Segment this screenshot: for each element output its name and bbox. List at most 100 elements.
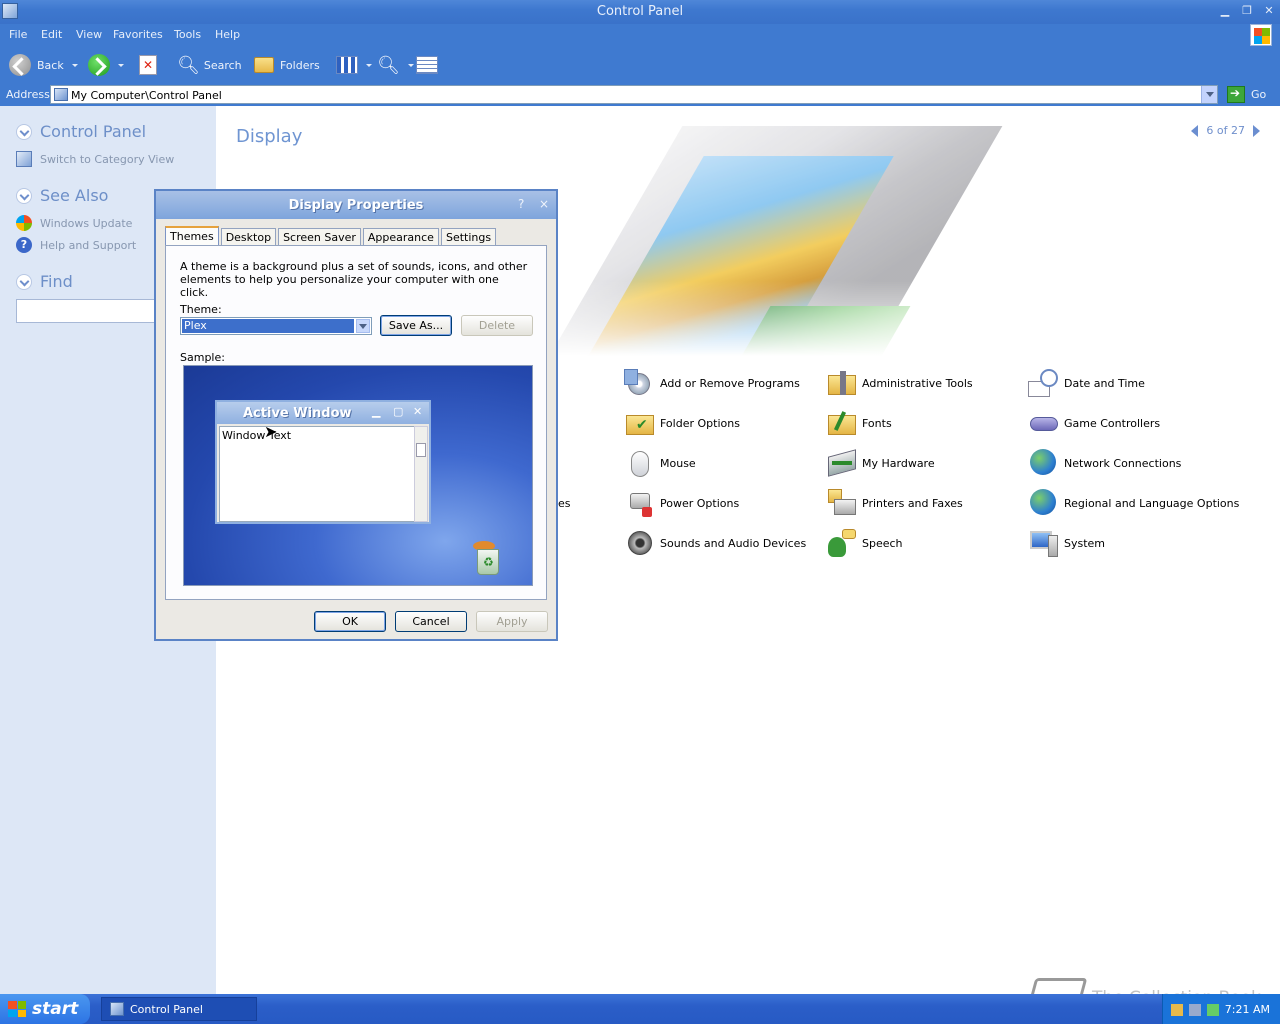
globe-icon xyxy=(1028,487,1060,519)
sample-active-window: Active Window ▁ ▢ ✕ Window Text xyxy=(215,400,431,524)
menu-bar: File Edit View Favorites Tools Help xyxy=(0,24,1280,46)
chevron-down-icon[interactable] xyxy=(356,319,370,333)
folder-options-item[interactable]: ✔ Folder Options xyxy=(624,407,740,439)
system-item[interactable]: System xyxy=(1028,527,1105,559)
theme-select[interactable]: Plex xyxy=(180,317,372,335)
forward-button[interactable] xyxy=(88,54,124,76)
add-remove-programs-item[interactable]: Add or Remove Programs xyxy=(624,367,800,399)
dialog-tabs: Themes Desktop Screen Saver Appearance S… xyxy=(165,226,498,246)
details-button[interactable] xyxy=(416,54,438,76)
switch-category-view-link[interactable]: Switch to Category View xyxy=(16,151,174,167)
pager-text: 6 of 27 xyxy=(1206,124,1245,137)
taskbar: start Control Panel 7:21 AM xyxy=(0,994,1280,1024)
taskbar-control-panel-button[interactable]: Control Panel xyxy=(101,997,257,1021)
my-hardware-item[interactable]: My Hardware xyxy=(826,447,935,479)
power-plug-icon xyxy=(624,487,656,519)
windows-logo-icon xyxy=(1250,24,1272,46)
control-panel-section-header[interactable]: Control Panel xyxy=(16,122,146,141)
tab-desktop[interactable]: Desktop xyxy=(220,228,277,246)
back-label: Back xyxy=(37,58,64,72)
windows-update-link[interactable]: Windows Update xyxy=(16,215,132,231)
address-input[interactable]: My Computer\Control Panel xyxy=(50,85,1218,104)
previous-arrow-icon[interactable] xyxy=(1191,124,1199,137)
address-dropdown-button[interactable] xyxy=(1201,86,1217,103)
printers-faxes-label: Printers and Faxes xyxy=(862,496,963,510)
views-icon xyxy=(336,56,358,74)
zoom-button[interactable]: 🔍︎ xyxy=(377,54,414,76)
administrative-tools-label: Administrative Tools xyxy=(862,376,973,390)
tab-appearance[interactable]: Appearance xyxy=(362,228,439,246)
minimize-button[interactable]: ▁ xyxy=(1216,3,1234,19)
pager: 6 of 27 xyxy=(1191,124,1260,137)
apply-button[interactable]: Apply xyxy=(476,611,548,632)
stop-icon: ✕ xyxy=(139,55,157,75)
stop-button[interactable]: ✕ xyxy=(139,54,157,76)
printers-faxes-item[interactable]: Printers and Faxes xyxy=(826,487,963,519)
menu-favorites[interactable]: Favorites xyxy=(113,28,163,41)
go-arrow-icon xyxy=(1227,86,1245,103)
dialog-title-bar[interactable]: Display Properties ? × xyxy=(156,191,556,219)
administrative-tools-item[interactable]: Administrative Tools xyxy=(826,367,973,399)
close-button[interactable]: ✕ xyxy=(1260,3,1278,19)
menu-edit[interactable]: Edit xyxy=(41,28,62,41)
regional-language-item[interactable]: Regional and Language Options xyxy=(1028,487,1239,519)
globe-icon xyxy=(1028,447,1060,479)
chevron-icon xyxy=(16,273,32,290)
game-controllers-item[interactable]: Game Controllers xyxy=(1028,407,1160,439)
go-label: Go xyxy=(1251,88,1267,101)
recycle-bin-icon: ♻ xyxy=(469,539,503,577)
dialog-title: Display Properties xyxy=(288,198,424,213)
window-title-bar[interactable]: Control Panel ▁ ❐ ✕ xyxy=(0,0,1280,24)
cancel-button[interactable]: Cancel xyxy=(395,611,467,632)
network-connections-item[interactable]: Network Connections xyxy=(1028,447,1181,479)
add-remove-programs-label: Add or Remove Programs xyxy=(660,376,800,390)
close-icon: ✕ xyxy=(413,405,423,418)
help-button[interactable]: ? xyxy=(518,197,524,211)
next-arrow-icon[interactable] xyxy=(1253,124,1260,137)
menu-help[interactable]: Help xyxy=(215,28,240,41)
sample-window-title: Active Window xyxy=(243,406,352,421)
search-button[interactable]: 🔍︎ Search xyxy=(177,54,242,76)
menu-view[interactable]: View xyxy=(76,28,102,41)
tray-icon[interactable] xyxy=(1189,1004,1201,1016)
tray-icon[interactable] xyxy=(1171,1004,1183,1016)
help-support-link[interactable]: ? Help and Support xyxy=(16,237,136,253)
gamepad-icon xyxy=(1028,407,1060,439)
date-time-item[interactable]: Date and Time xyxy=(1028,367,1145,399)
delete-button[interactable]: Delete xyxy=(461,315,533,336)
sample-label: Sample: xyxy=(180,351,225,364)
help-support-label: Help and Support xyxy=(40,238,137,252)
tab-settings[interactable]: Settings xyxy=(440,228,497,246)
go-button[interactable]: Go xyxy=(1227,86,1266,103)
menu-file[interactable]: File xyxy=(9,28,27,41)
dialog-close-button[interactable]: × xyxy=(539,197,549,211)
views-button[interactable] xyxy=(336,54,372,76)
start-button[interactable]: start xyxy=(0,994,90,1024)
tray-icon[interactable] xyxy=(1207,1004,1219,1016)
theme-select-value: Plex xyxy=(182,319,354,333)
back-button[interactable]: Back xyxy=(9,54,78,76)
tab-themes[interactable]: Themes xyxy=(165,226,219,246)
sounds-audio-item[interactable]: Sounds and Audio Devices xyxy=(624,527,806,559)
mouse-item[interactable]: Mouse xyxy=(624,447,696,479)
administrative-tools-icon xyxy=(826,367,858,399)
power-options-item[interactable]: Power Options xyxy=(624,487,739,519)
see-also-section-header[interactable]: See Also xyxy=(16,186,108,205)
save-as-button[interactable]: Save As... xyxy=(380,315,452,336)
menu-tools[interactable]: Tools xyxy=(174,28,201,41)
speech-label: Speech xyxy=(862,536,903,550)
mouse-cursor-icon: ➤ xyxy=(264,422,278,441)
details-icon xyxy=(416,56,438,74)
ok-button[interactable]: OK xyxy=(314,611,386,632)
tab-screen-saver[interactable]: Screen Saver xyxy=(278,228,361,246)
search-icon: 🔍︎ xyxy=(177,54,200,76)
folders-button[interactable]: Folders xyxy=(254,54,320,76)
speech-item[interactable]: Speech xyxy=(826,527,903,559)
speaker-icon xyxy=(624,527,656,559)
category-view-icon xyxy=(16,151,32,167)
scrollbar-thumb xyxy=(416,443,426,457)
fonts-item[interactable]: Fonts xyxy=(826,407,892,439)
chevron-down-icon xyxy=(366,63,372,67)
restore-button[interactable]: ❐ xyxy=(1238,3,1256,19)
find-section-header[interactable]: Find xyxy=(16,272,73,291)
